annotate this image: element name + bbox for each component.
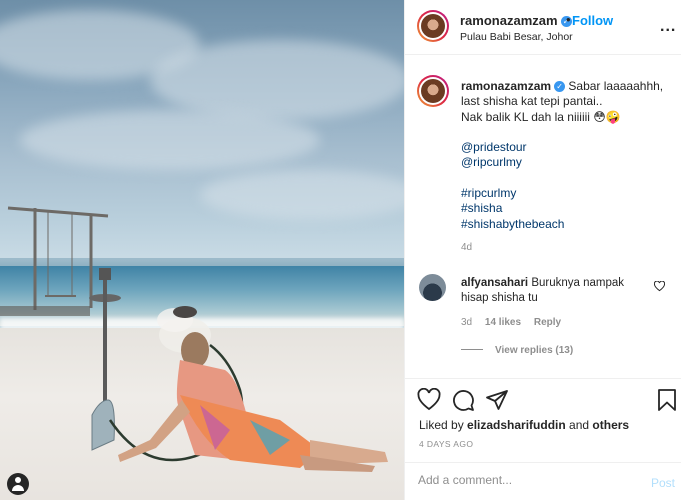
separator-dot: • (566, 12, 571, 27)
hashtag-link[interactable]: #shisha (461, 201, 671, 216)
liked-by-user[interactable]: elizadsharifuddin (467, 418, 566, 432)
author-username-text[interactable]: ramonazamzam (460, 13, 558, 28)
comment-meta: 3d 14 likes Reply (461, 317, 561, 328)
replies-divider (461, 349, 483, 350)
commenter-username[interactable]: alfyansahari (461, 277, 528, 289)
view-replies-label[interactable]: View replies (13) (495, 345, 573, 356)
post-comment-button[interactable]: Post (651, 476, 675, 490)
add-comment-input[interactable] (418, 473, 638, 487)
comment-bubble-icon[interactable] (451, 388, 475, 412)
comment-text: alfyansahari Buruknya nampak hisap shish… (461, 276, 641, 306)
post-date[interactable]: 4 DAYS AGO (419, 439, 473, 449)
like-heart-icon[interactable] (417, 387, 441, 412)
avatar-image (421, 14, 445, 38)
caption-username[interactable]: ramonazamzam (461, 79, 551, 93)
add-comment-bar: Post (405, 462, 681, 500)
post-header: ramonazamzam ✓ • Follow Pulau Babi Besar,… (405, 0, 681, 55)
author-username[interactable]: ramonazamzam ✓ (460, 13, 572, 28)
view-replies-button[interactable]: View replies (13) (461, 345, 573, 356)
swing (7, 206, 109, 310)
location-link[interactable]: Pulau Babi Besar, Johor (460, 31, 573, 43)
caption-author-avatar[interactable] (417, 75, 449, 107)
commenter-avatar[interactable] (419, 274, 446, 301)
caption-text: ramonazamzam ✓ Sabar laaaaahhh, last shis… (461, 79, 671, 232)
actions-divider (405, 378, 681, 379)
caption-line-1: Sabar laaaaahhh, (568, 79, 664, 93)
mention-link[interactable]: @ripcurlmy (461, 155, 671, 170)
scene-illustration (0, 206, 388, 472)
caption-line-3: Nak balik KL dah la niiiiii 😳🤪 (461, 109, 621, 124)
woman (118, 306, 388, 472)
hashtag-link[interactable]: #ripcurlmy (461, 186, 671, 201)
caption-timestamp[interactable]: 4d (461, 242, 472, 253)
mention-link[interactable]: @pridestour (461, 140, 671, 155)
author-avatar[interactable] (417, 10, 449, 42)
tagged-user-icon[interactable] (7, 473, 29, 495)
liked-by-and: and (565, 418, 593, 432)
comment-likes[interactable]: 14 likes (485, 317, 521, 328)
more-options-icon[interactable]: ... (660, 18, 676, 36)
avatar-image (421, 79, 445, 103)
liked-by-prefix: Liked by (419, 418, 468, 432)
hashtag-link[interactable]: #shishabythebeach (461, 217, 671, 232)
liked-by-others[interactable]: others (592, 418, 629, 432)
reply-button[interactable]: Reply (534, 317, 561, 328)
post-photo[interactable] (0, 0, 404, 500)
share-paper-plane-icon[interactable] (485, 388, 509, 412)
save-bookmark-icon[interactable] (655, 388, 679, 412)
comment-like-heart-icon[interactable] (653, 280, 666, 295)
comment-time[interactable]: 3d (461, 317, 472, 328)
liked-by: Liked by elizadsharifuddin and others (419, 418, 629, 432)
follow-button[interactable]: Follow (572, 13, 613, 28)
verified-badge-icon: ✓ (554, 81, 566, 92)
caption-line-2: last shisha kat tepi pantai.. (461, 94, 603, 109)
post-sidebar: ramonazamzam ✓ • Follow Pulau Babi Besar,… (404, 0, 681, 500)
